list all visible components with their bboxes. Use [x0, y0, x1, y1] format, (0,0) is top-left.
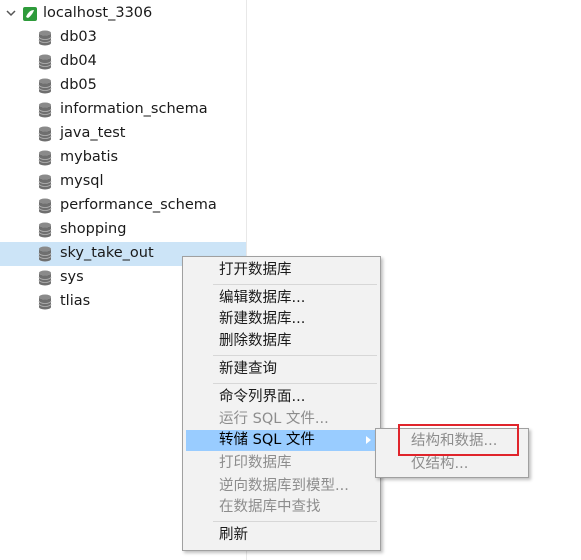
database-label: mysql — [60, 173, 104, 189]
menu-item-console[interactable]: 命令列界面... — [186, 387, 377, 408]
database-icon — [38, 198, 52, 214]
database-node[interactable]: information_schema — [0, 98, 246, 122]
database-node[interactable]: db05 — [0, 74, 246, 98]
submenu-arrow-icon — [366, 436, 371, 444]
database-icon — [38, 222, 52, 238]
database-context-menu: 打开数据库 编辑数据库... 新建数据库... 删除数据库 新建查询 命令列界面… — [182, 256, 381, 551]
database-label: java_test — [60, 125, 126, 141]
menu-item-find-in-database[interactable]: 在数据库中查找 — [186, 497, 377, 518]
database-icon — [38, 246, 52, 262]
dump-sql-submenu: 结构和数据... 仅结构... — [375, 428, 529, 478]
menu-item-open-database[interactable]: 打开数据库 — [186, 260, 377, 281]
menu-item-edit-database[interactable]: 编辑数据库... — [186, 288, 377, 309]
mysql-connection-icon — [23, 7, 37, 21]
database-label: information_schema — [60, 101, 208, 117]
database-label: sys — [60, 269, 84, 285]
database-node[interactable]: mybatis — [0, 146, 246, 170]
database-node[interactable]: db03 — [0, 26, 246, 50]
database-label: db04 — [60, 53, 97, 69]
menu-item-dump-sql-file-label: 转储 SQL 文件 — [219, 432, 315, 448]
database-icon — [38, 54, 52, 70]
database-node[interactable]: shopping — [0, 218, 246, 242]
database-icon — [38, 150, 52, 166]
database-label: tlias — [60, 293, 91, 309]
database-icon — [38, 30, 52, 46]
connection-node-localhost[interactable]: localhost_3306 — [0, 2, 246, 26]
database-node[interactable]: mysql — [0, 170, 246, 194]
menu-item-delete-database[interactable]: 删除数据库 — [186, 331, 377, 352]
menu-separator — [213, 355, 377, 356]
database-node[interactable]: db04 — [0, 50, 246, 74]
database-node[interactable]: java_test — [0, 122, 246, 146]
menu-separator — [213, 284, 377, 285]
submenu-item-structure-and-data[interactable]: 结构和数据... — [379, 431, 525, 452]
database-icon — [38, 102, 52, 118]
connection-label: localhost_3306 — [43, 5, 153, 21]
database-label: performance_schema — [60, 197, 217, 213]
database-label: db03 — [60, 29, 97, 45]
database-node[interactable]: performance_schema — [0, 194, 246, 218]
menu-item-print-database[interactable]: 打印数据库 — [186, 453, 377, 474]
menu-item-reverse-to-model[interactable]: 逆向数据库到模型... — [186, 476, 377, 497]
submenu-item-structure-only[interactable]: 仅结构... — [379, 454, 525, 475]
database-icon — [38, 126, 52, 142]
menu-item-run-sql-file[interactable]: 运行 SQL 文件... — [186, 409, 377, 430]
menu-item-new-database[interactable]: 新建数据库... — [186, 309, 377, 330]
menu-separator — [213, 383, 377, 384]
menu-separator — [213, 521, 377, 522]
menu-item-dump-sql-file[interactable]: 转储 SQL 文件 — [186, 430, 377, 451]
database-icon — [38, 270, 52, 286]
chevron-down-icon[interactable] — [4, 6, 18, 20]
database-label: shopping — [60, 221, 127, 237]
menu-item-new-query[interactable]: 新建查询 — [186, 359, 377, 380]
database-icon — [38, 174, 52, 190]
menu-item-refresh[interactable]: 刷新 — [186, 525, 377, 546]
database-label: mybatis — [60, 149, 119, 165]
database-icon — [38, 78, 52, 94]
database-icon — [38, 294, 52, 310]
database-label: sky_take_out — [60, 245, 154, 261]
database-label: db05 — [60, 77, 97, 93]
